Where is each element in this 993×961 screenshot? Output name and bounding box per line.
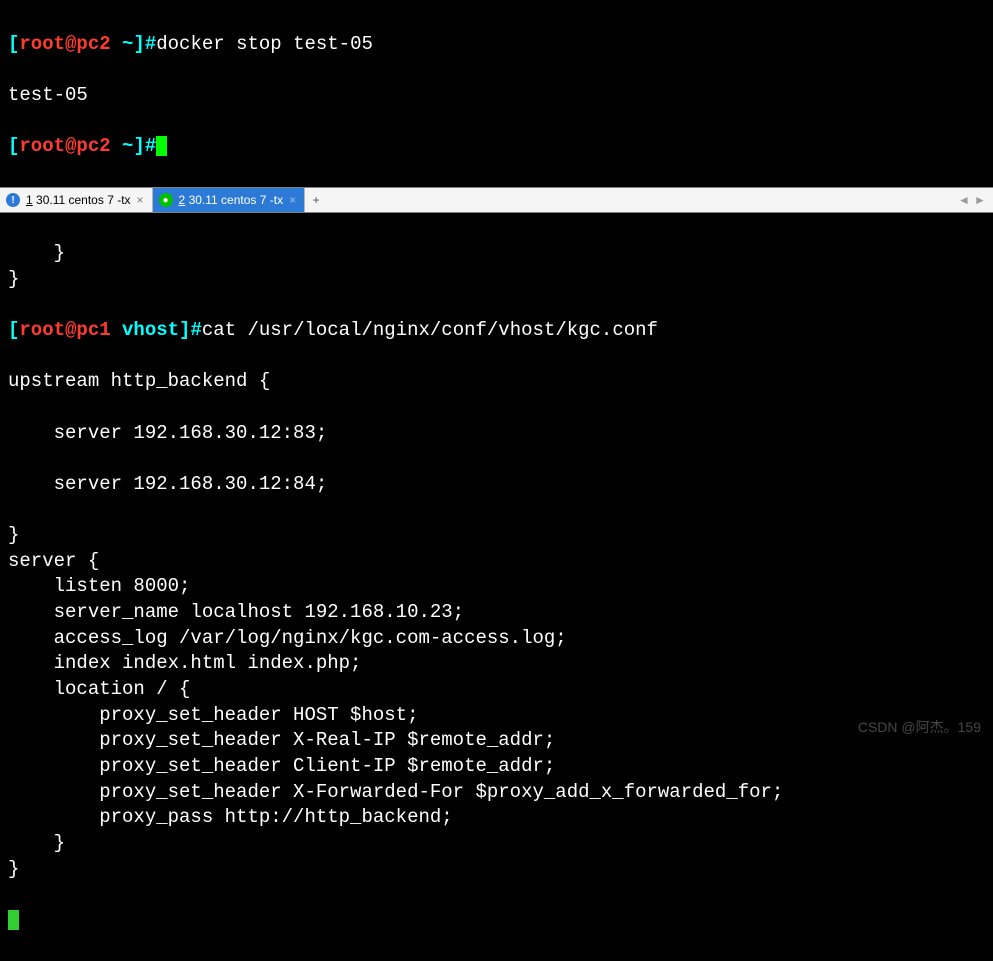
bracket-open: [: [8, 33, 19, 55]
close-icon[interactable]: ×: [137, 192, 144, 208]
user-host-main: root@pc1: [19, 319, 110, 341]
user-host-top: root@pc2: [19, 33, 110, 55]
add-tab-button[interactable]: +: [305, 188, 327, 212]
bracket-open: [: [8, 135, 19, 157]
chevron-right-icon[interactable]: ►: [973, 193, 987, 207]
status-ok-icon: ●: [159, 193, 173, 207]
close-icon[interactable]: ×: [289, 192, 296, 208]
tab-label: 1 30.11 centos 7 -tx: [26, 192, 131, 208]
file-output: upstream http_backend { server 192.168.3…: [8, 369, 989, 882]
tab-session-1[interactable]: ! 1 30.11 centos 7 -tx ×: [0, 188, 153, 212]
cwd-top: ~: [111, 33, 134, 55]
terminal-pane-main[interactable]: } } [root@pc1 vhost]#cat /usr/local/ngin…: [0, 213, 993, 961]
pre-output: } }: [8, 241, 989, 292]
csdn-watermark: CSDN @阿杰。159: [858, 718, 981, 737]
terminal-pane-top[interactable]: [root@pc2 ~]#docker stop test-05 test-05…: [0, 0, 993, 187]
info-icon: !: [6, 193, 20, 207]
command-top: docker stop test-05: [156, 33, 373, 55]
chevron-left-icon[interactable]: ◄: [957, 193, 971, 207]
prompt-line-2: [root@pc2 ~]#: [8, 134, 989, 160]
bracket-open: [: [8, 319, 19, 341]
cwd-main: vhost: [111, 319, 179, 341]
output-line-top: test-05: [8, 83, 989, 109]
tab-bar: ! 1 30.11 centos 7 -tx × ● 2 30.11 cento…: [0, 187, 993, 213]
bracket-close: ]#: [133, 33, 156, 55]
user-host-top: root@pc2: [19, 135, 110, 157]
tab-session-2[interactable]: ● 2 30.11 centos 7 -tx ×: [153, 188, 306, 212]
cursor-main: [8, 908, 989, 934]
tab-nav-arrows: ◄ ►: [957, 188, 993, 212]
prompt-line-main: [root@pc1 vhost]#cat /usr/local/nginx/co…: [8, 318, 989, 344]
command-main: cat /usr/local/nginx/conf/vhost/kgc.conf: [202, 319, 658, 341]
tab-label: 2 30.11 centos 7 -tx: [179, 192, 284, 208]
cursor-icon: [156, 136, 167, 156]
prompt-line-1: [root@pc2 ~]#docker stop test-05: [8, 32, 989, 58]
bracket-close: ]#: [133, 135, 156, 157]
cwd-top: ~: [111, 135, 134, 157]
bracket-close: ]#: [179, 319, 202, 341]
